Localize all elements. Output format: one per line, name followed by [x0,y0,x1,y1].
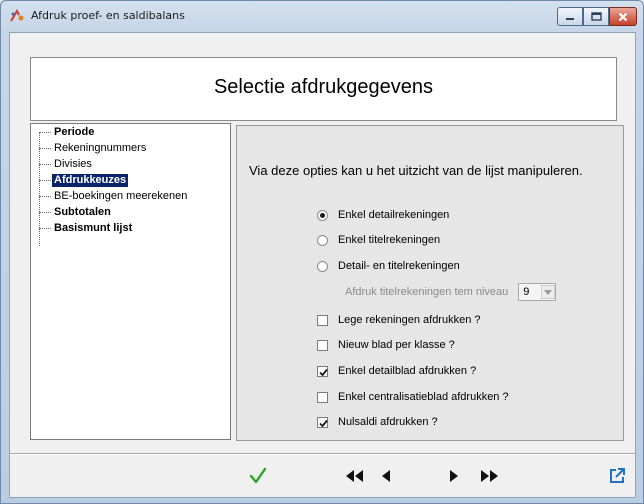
minimize-icon [566,17,574,20]
close-icon [618,12,628,21]
last-record-button[interactable] [478,465,502,487]
title-bar[interactable]: Afdruk proef- en saldibalans [1,1,643,31]
radio-detail-en-titelrekeningen[interactable]: Detail- en titelrekeningen [317,259,460,273]
level-value: 9 [523,286,530,298]
tree-item-label: Subtotalen [54,206,111,218]
checkbox-nulsaldi[interactable]: Nulsaldi afdrukken ? [317,415,438,429]
previous-record-button[interactable] [374,465,398,487]
checkbox[interactable] [317,416,328,428]
radio-label: Enkel titelrekeningen [338,234,441,246]
radio-button[interactable] [317,260,328,272]
checkmark-icon [319,368,328,376]
tree-item-basismunt[interactable]: Basismunt lijst [39,222,134,235]
app-icon [9,8,25,23]
tree-item-label: Afdrukkeuzes [52,174,129,187]
checkbox[interactable] [317,391,328,403]
tree-item-label: BE-boekingen meerekenen [54,190,188,202]
radio-enkel-detailrekeningen[interactable]: Enkel detailrekeningen [317,208,449,222]
checkbox-label: Enkel detailblad afdrukken ? [338,365,477,377]
app-window: Afdruk proef- en saldibalans Selectie af… [0,0,644,504]
page-title: Selectie afdrukgegevens [213,76,434,98]
radio-button[interactable] [317,234,328,246]
intro-text: Via deze opties kan u het uitzicht van d… [249,163,583,178]
radio-enkel-titelrekeningen[interactable]: Enkel titelrekeningen [317,233,440,247]
tree-item-label: Rekeningnummers [54,142,147,154]
window-title: Afdruk proef- en saldibalans [31,9,185,22]
tree-item-label: Divisies [54,158,92,170]
tree-item-afdrukkeuzes[interactable]: Afdrukkeuzes [39,174,129,187]
close-button[interactable] [609,7,637,26]
section-tree: Periode Rekeningnummers Divisies Afdrukk… [30,123,231,440]
radio-label: Enkel detailrekeningen [338,209,450,221]
options-panel: Via deze opties kan u het uitzicht van d… [236,125,624,441]
tree-item-divisies[interactable]: Divisies [39,158,94,171]
tree-item-subtotalen[interactable]: Subtotalen [39,206,113,219]
first-record-icon [346,470,363,482]
tree-item-label: Basismunt lijst [54,222,133,234]
export-button[interactable] [605,465,629,487]
confirm-check-icon [249,467,267,484]
radio-label: Detail- en titelrekeningen [338,260,460,272]
minimize-button[interactable] [557,7,583,26]
next-record-icon [450,470,458,482]
checkbox-enkel-centralisatieblad[interactable]: Enkel centralisatieblad afdrukken ? [317,390,509,404]
maximize-button[interactable] [583,7,609,26]
radio-button[interactable] [317,209,328,221]
checkbox-label: Nieuw blad per klasse ? [338,339,455,351]
last-record-icon [481,470,498,482]
chevron-down-icon[interactable] [541,285,556,299]
level-label: Afdruk titelrekeningen tem niveau [345,286,509,298]
checkmark-icon [319,419,328,427]
tree-item-be-boekingen[interactable]: BE-boekingen meerekenen [39,190,189,203]
tree-item-label: Periode [54,126,95,138]
tree-item-periode[interactable]: Periode [39,126,96,139]
client-area: Selectie afdrukgegevens Periode Rekening… [9,32,636,498]
export-open-icon [610,468,625,483]
checkbox-enkel-detailblad[interactable]: Enkel detailblad afdrukken ? [317,364,476,378]
next-record-button[interactable] [442,465,466,487]
checkbox-label: Lege rekeningen afdrukken ? [338,314,481,326]
previous-record-icon [382,470,390,482]
checkbox[interactable] [317,339,328,351]
header-panel: Selectie afdrukgegevens [30,57,617,121]
checkbox[interactable] [317,314,328,326]
checkbox-lege-rekeningen[interactable]: Lege rekeningen afdrukken ? [317,313,481,327]
checkbox-label: Nulsaldi afdrukken ? [338,416,438,428]
checkbox-label: Enkel centralisatieblad afdrukken ? [338,391,509,403]
maximize-icon [590,12,602,21]
checkbox-nieuw-blad[interactable]: Nieuw blad per klasse ? [317,338,455,352]
checkbox[interactable] [317,365,328,377]
confirm-button[interactable] [246,465,270,487]
level-select[interactable]: 9 [518,283,557,301]
level-row: Afdruk titelrekeningen tem niveau 9 [345,283,557,301]
first-record-button[interactable] [342,465,366,487]
tree-item-rekeningnummers[interactable]: Rekeningnummers [39,142,148,155]
